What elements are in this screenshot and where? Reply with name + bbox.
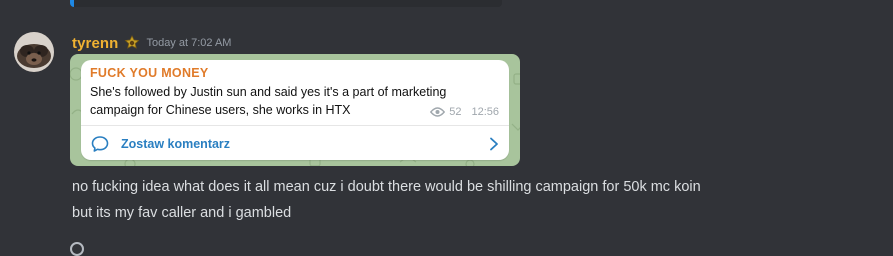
guild-badge-icon[interactable] — [124, 35, 140, 51]
previous-embed-edge — [70, 0, 502, 7]
chevron-right-icon — [490, 137, 498, 151]
divider — [81, 125, 509, 126]
views-eye-icon — [430, 107, 446, 117]
comment-bubble-icon — [91, 136, 109, 152]
next-item-icon — [70, 242, 84, 256]
message-header: tyrenn Today at 7:02 AM — [72, 33, 231, 53]
post-text: She's followed by Justin sun and said ye… — [90, 85, 447, 117]
leave-comment-button[interactable]: Zostaw komentarz — [91, 134, 499, 154]
views-count: 52 — [449, 106, 462, 118]
message-timestamp[interactable]: Today at 7:02 AM — [146, 37, 231, 49]
post-meta: 52 12:56 — [430, 106, 499, 118]
post-time: 12:56 — [471, 106, 499, 118]
telegram-message-bubble: FUCK YOU MONEY She's followed by Justin … — [81, 60, 509, 160]
user-avatar[interactable] — [14, 32, 54, 72]
channel-name: FUCK YOU MONEY — [90, 66, 209, 80]
username[interactable]: tyrenn — [72, 35, 118, 52]
comment-label: Zostaw komentarz — [121, 137, 231, 151]
message-text-line-1: no fucking idea what does it all mean cu… — [72, 179, 701, 195]
telegram-post-image[interactable]: FUCK YOU MONEY She's followed by Justin … — [70, 54, 520, 166]
message-text-line-2: but its my fav caller and i gambled — [72, 205, 292, 221]
